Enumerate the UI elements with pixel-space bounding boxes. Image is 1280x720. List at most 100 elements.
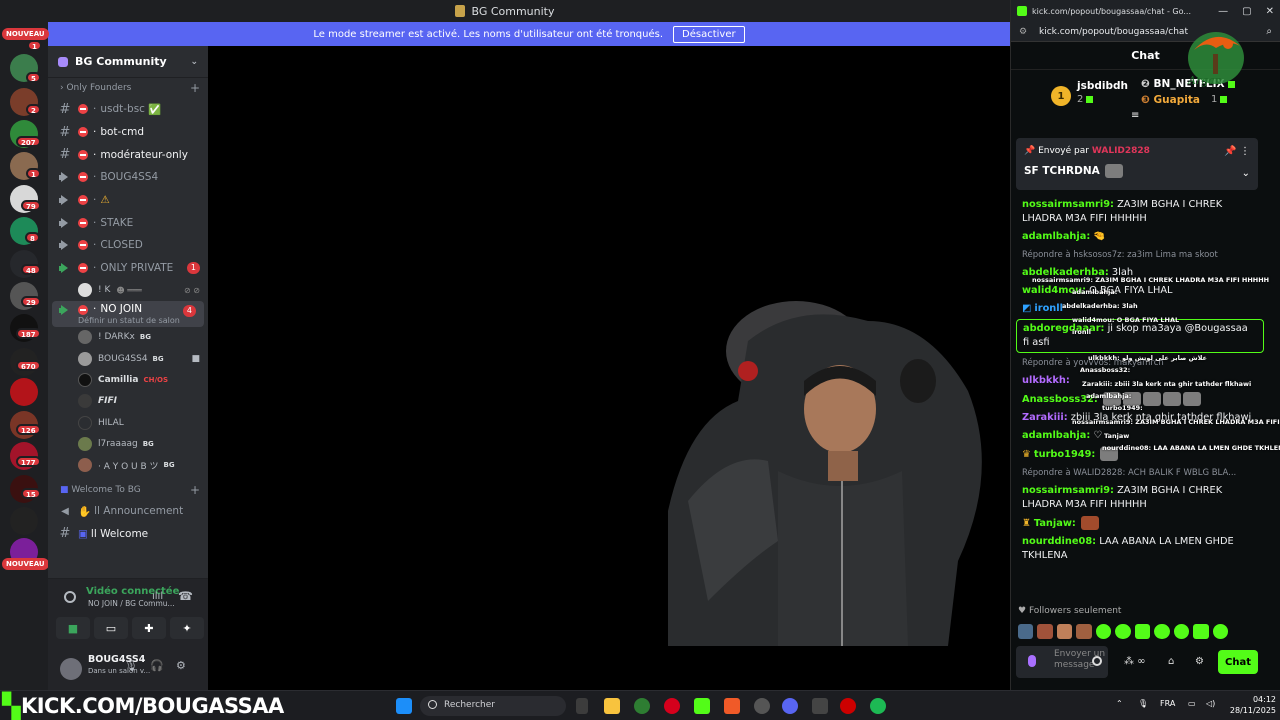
emote-icon[interactable] (1115, 624, 1131, 639)
soundboard-button[interactable]: ✦ (170, 617, 204, 639)
leader-name[interactable]: Guapita (1154, 94, 1200, 106)
channel-moderateur-only[interactable]: # · modérateur-only (48, 143, 208, 166)
leader-name[interactable]: jsbdibdh (1077, 80, 1128, 92)
category-only-founders[interactable]: › Only Founders + (48, 78, 208, 98)
language-indicator[interactable]: FRA (1160, 699, 1175, 708)
task-view-icon[interactable] (576, 698, 588, 714)
server-icon[interactable] (10, 378, 38, 406)
emote-icon[interactable] (1193, 624, 1209, 639)
disconnect-icon[interactable]: ☎ (178, 589, 193, 603)
minimize-icon[interactable]: — (1218, 6, 1228, 17)
send-chat-button[interactable]: Chat (1218, 650, 1258, 674)
channel-boug4ss4[interactable]: · BOUG4SS4 (48, 166, 208, 189)
pinned-sender-name[interactable]: WALID2828 (1092, 146, 1150, 156)
emote-icon[interactable] (1037, 624, 1053, 639)
expand-icon[interactable]: ≡ (1131, 110, 1139, 121)
reply-reference[interactable]: Répondre à WALID2828: ACH BALIK F WBLG B… (1016, 464, 1264, 482)
emote-icon[interactable] (1134, 624, 1151, 639)
gear-icon[interactable]: ⚙ (176, 659, 186, 672)
pinned-message[interactable]: 📌 Envoyé par WALID2828 SF TCHRDNA 📌 ⋮ ⌄ (1016, 138, 1258, 190)
store-icon[interactable]: ⌂ (1168, 656, 1174, 667)
emote-icon[interactable] (1076, 624, 1092, 639)
chevron-down-icon[interactable]: ⌄ (1242, 168, 1250, 179)
channel-usdt-bsc[interactable]: # · usdt-bsc ✅ (48, 98, 208, 121)
add-channel-icon[interactable]: + (190, 81, 200, 95)
voice-member[interactable]: l7raaaag BG (48, 433, 208, 454)
chat-username[interactable]: nossairmsamri9: (1022, 199, 1114, 210)
file-explorer-icon[interactable] (604, 698, 620, 714)
server-header[interactable]: BG Community ⌄ (48, 46, 208, 78)
soundboard-icon[interactable]: ılıl (152, 591, 163, 602)
signal-icon[interactable] (64, 591, 76, 603)
maximize-icon[interactable]: ▢ (1242, 6, 1251, 17)
channel-welcome[interactable]: # ▣ ll Welcome (48, 523, 208, 546)
zoom-icon[interactable]: ⌕ (1266, 26, 1272, 37)
voice-member[interactable]: Camillia CH/OS (48, 369, 208, 390)
emote-icon[interactable] (1173, 624, 1190, 639)
channel-stake[interactable]: · STAKE (48, 211, 208, 234)
spotify-icon[interactable] (870, 698, 886, 714)
channel-label: Welcome (100, 527, 149, 540)
channel-closed[interactable]: · CLOSED (48, 234, 208, 257)
headphones-icon[interactable]: 🎧 (150, 659, 164, 672)
gear-icon[interactable]: ⚙ (1195, 656, 1204, 667)
kick-points-icon[interactable]: ⁂ ∞ (1124, 656, 1146, 667)
emote-icon[interactable] (1056, 624, 1073, 639)
add-channel-icon[interactable]: + (190, 483, 200, 497)
taskbar-search[interactable]: Rechercher (420, 696, 566, 716)
windows-start-icon[interactable] (396, 698, 412, 714)
channel-warning[interactable]: · ⚠ (48, 189, 208, 212)
emote-icon[interactable] (1154, 624, 1170, 639)
voice-member[interactable]: ! K ☻ ═══ ⊘ ⊘ (48, 280, 208, 301)
chrome-icon[interactable] (634, 698, 650, 714)
reply-reference[interactable]: Répondre à hsksosos7z: za3im Lima ma sko… (1016, 246, 1264, 264)
kick-app-icon[interactable] (694, 698, 710, 714)
avatar[interactable] (60, 658, 82, 680)
channel-only-private[interactable]: · ONLY PRIVATE 1 (48, 257, 208, 280)
chat-username[interactable]: nourddine08: (1022, 536, 1096, 547)
category-welcome[interactable]: ■ Welcome To BG + (48, 480, 208, 500)
emote-icon[interactable] (1212, 624, 1228, 639)
microphone-icon[interactable]: 🎙 (1138, 699, 1148, 708)
channel-announcement[interactable]: ◀ ✋ ll Announcement (48, 500, 208, 523)
discord-icon[interactable] (782, 698, 798, 714)
emote-icon[interactable] (1018, 624, 1034, 639)
screen-share-button[interactable]: ▭ (94, 617, 128, 639)
activities-button[interactable]: ✚ (132, 617, 166, 639)
volume-icon[interactable]: ◁) (1206, 699, 1215, 708)
disable-streamer-mode-button[interactable]: Désactiver (673, 25, 745, 43)
opera-icon[interactable] (664, 698, 680, 714)
app-icon[interactable] (812, 698, 828, 714)
voice-member[interactable]: · A Y O U B ツ BG (48, 455, 208, 476)
chat-input[interactable]: Envoyer un message (1016, 646, 1108, 678)
close-icon[interactable]: ✕ (1266, 6, 1274, 17)
camera-button[interactable]: ■ (56, 617, 90, 639)
chevron-up-icon[interactable]: ⌃ (1116, 699, 1123, 708)
server-icon[interactable] (10, 507, 38, 535)
clock[interactable]: 04:12 28/11/2025 (1226, 694, 1276, 716)
site-settings-icon[interactable]: ⚙ (1019, 27, 1031, 37)
voice-status[interactable]: Vidéo connectée (86, 586, 179, 597)
channel-bot-cmd[interactable]: # · bot-cmd (48, 121, 208, 144)
chat-username[interactable]: adamlbahja: (1022, 231, 1090, 242)
network-icon[interactable]: ▭ (1188, 699, 1196, 708)
emote-icon[interactable] (1095, 624, 1112, 639)
microphone-icon[interactable] (1028, 655, 1036, 667)
pin-options-icon[interactable]: 📌 ⋮ (1224, 146, 1250, 157)
channel-status-text[interactable]: Définir un statut de salon (78, 316, 180, 325)
channel-no-join[interactable]: · NO JOIN 4 Définir un statut de salon (52, 300, 204, 327)
app-icon[interactable] (840, 698, 856, 714)
chat-username[interactable]: Tanjaw: (1034, 518, 1076, 529)
steam-icon[interactable] (754, 698, 770, 714)
video-stream[interactable] (208, 46, 1010, 690)
emoji-icon[interactable] (1092, 656, 1102, 666)
app-icon[interactable] (724, 698, 740, 714)
microphone-icon[interactable]: 🎙 (124, 659, 138, 672)
rank-3-icon: ❸ (1141, 94, 1154, 106)
member-name: · A Y O U B ツ (98, 461, 159, 472)
voice-member[interactable]: ! DARKx BG (48, 327, 208, 348)
voice-member[interactable]: HILAL (48, 412, 208, 433)
chat-username[interactable]: nossairmsamri9: (1022, 485, 1114, 496)
voice-member[interactable]: BOUG4SS4 BG ■ (48, 348, 208, 369)
voice-member[interactable]: FIFI (48, 391, 208, 412)
